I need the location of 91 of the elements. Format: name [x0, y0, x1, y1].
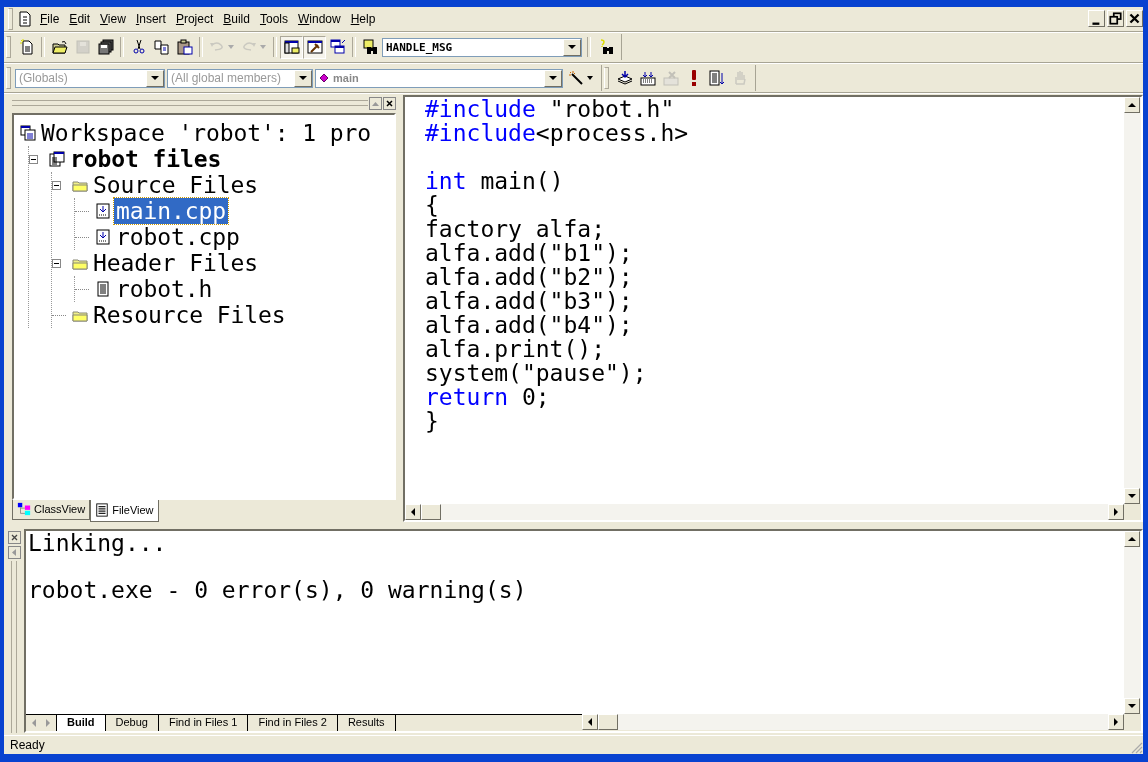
- output-line: robot.exe - 0 error(s), 0 warning(s): [28, 577, 528, 602]
- scissors-icon: [130, 39, 147, 56]
- source-file-icon: [95, 229, 111, 246]
- document-icon[interactable]: [17, 10, 33, 27]
- output-toggle-button[interactable]: [303, 35, 326, 59]
- menu-item[interactable]: File: [35, 11, 65, 26]
- binoculars-folder-icon: [362, 39, 379, 56]
- stack-arrow-icon: [616, 70, 633, 87]
- code-line: system("pause");: [425, 361, 648, 386]
- vertical-scrollbar[interactable]: [1124, 97, 1141, 504]
- menu-item[interactable]: Insert: [130, 11, 171, 26]
- arrow-icon: [151, 74, 159, 83]
- tree-item[interactable]: robot files: [68, 146, 224, 173]
- windows-icon: [329, 39, 346, 56]
- panel-tab[interactable]: FileView: [90, 499, 159, 522]
- code-editor[interactable]: #include "robot.h" #include<process.h> int main() { factory alfa; alfa.add("b1"); alfa.add("b2"); alfa.add("b3"); alfa.add("b4"); alfa.print(); system("pause"); return 0; }: [403, 95, 1143, 522]
- arrow-icon: [1128, 534, 1136, 543]
- find-combo[interactable]: HANDLE_MSG: [382, 37, 582, 57]
- menu-item[interactable]: Edit: [64, 11, 96, 26]
- source-file-icon: [95, 203, 111, 220]
- arrow-icon: [299, 74, 307, 83]
- exclamation-icon: [691, 70, 696, 87]
- code-line: factory alfa;: [425, 217, 605, 242]
- minimize-icon[interactable]: [1088, 10, 1105, 28]
- arrow-icon: [586, 718, 594, 727]
- code-line: alfa.add("b4");: [425, 313, 634, 338]
- horizontal-scrollbar[interactable]: [582, 714, 1141, 731]
- close-pane-icon[interactable]: [383, 96, 396, 110]
- tree-item[interactable]: Source Files: [91, 172, 260, 199]
- function-icon: [319, 73, 329, 84]
- code-line: alfa.add("b3");: [425, 289, 634, 314]
- clipboard-icon: [176, 39, 193, 56]
- arrow-icon: [1128, 101, 1136, 110]
- tree-item[interactable]: Workspace 'robot': 1 pro: [39, 120, 373, 147]
- code-line: }: [425, 409, 440, 434]
- close-icon[interactable]: [1126, 10, 1143, 28]
- menu-item[interactable]: Tools: [254, 11, 293, 26]
- arrow-icon: [409, 507, 417, 516]
- resize-grip-icon[interactable]: [1131, 742, 1143, 754]
- hammer-window-icon: [306, 39, 323, 56]
- file-view-icon: [95, 503, 110, 517]
- code-line: int main(): [425, 169, 565, 194]
- menu-item[interactable]: Help: [345, 11, 381, 26]
- window-pane-icon: [283, 39, 300, 56]
- close-pane-icon[interactable]: [7, 530, 21, 544]
- menu-item[interactable]: View: [95, 11, 131, 26]
- combo-value: main: [333, 72, 359, 85]
- combo-value: (Globals): [19, 71, 68, 86]
- output-tab[interactable]: Build: [56, 715, 106, 732]
- code-line: alfa.add("b2");: [425, 265, 634, 290]
- class-view-icon: [17, 502, 31, 516]
- header-file-icon: [95, 281, 111, 298]
- keyboard-arrows-icon: [639, 70, 656, 87]
- tree-item[interactable]: main.cpp: [114, 198, 228, 225]
- keyboard-cross-icon: [662, 70, 679, 87]
- combo-value: (All global members): [171, 71, 282, 86]
- code-line: alfa.print();: [425, 337, 605, 362]
- code-line: #include "robot.h": [425, 97, 676, 122]
- collapse-icon[interactable]: [52, 180, 61, 190]
- arrow-icon: [549, 74, 557, 83]
- tree-item[interactable]: Resource Files: [91, 302, 288, 329]
- code-line: {: [425, 193, 440, 218]
- combo-value: HANDLE_MSG: [386, 40, 453, 54]
- workspace-icon: [20, 125, 36, 142]
- code-line: alfa.add("b1");: [425, 241, 634, 266]
- code-line: return 0;: [425, 385, 550, 410]
- vertical-scrollbar[interactable]: [1124, 530, 1141, 715]
- collapse-icon[interactable]: [52, 258, 61, 268]
- workspace-toggle-button[interactable]: [280, 35, 303, 59]
- output-line: Linking...: [28, 530, 168, 555]
- code-line: #include<process.h>: [425, 121, 690, 146]
- arrow-icon: [568, 43, 576, 52]
- status-text: Ready: [10, 738, 45, 753]
- restore-icon[interactable]: [1107, 10, 1124, 28]
- tree-item[interactable]: robot.cpp: [114, 224, 242, 251]
- function-combo[interactable]: main: [315, 68, 563, 88]
- tree-item[interactable]: robot.h: [114, 276, 215, 303]
- menu-item[interactable]: Project: [170, 11, 219, 26]
- collapse-icon[interactable]: [29, 154, 38, 164]
- pages-icon: [153, 39, 170, 56]
- project-icon: [49, 151, 65, 168]
- text-arrow-icon: [708, 70, 725, 87]
- scroll-thumb[interactable]: [598, 714, 618, 731]
- panel-tab[interactable]: ClassView: [12, 499, 91, 520]
- menu-item[interactable]: Build: [218, 11, 255, 26]
- tree-item[interactable]: Header Files: [91, 250, 260, 277]
- floppy-disks-icon: [97, 39, 114, 56]
- menu-item[interactable]: Window: [293, 11, 346, 26]
- magic-wand-icon: [568, 70, 584, 87]
- folder-icon: [51, 39, 68, 56]
- document-icon: [18, 39, 35, 56]
